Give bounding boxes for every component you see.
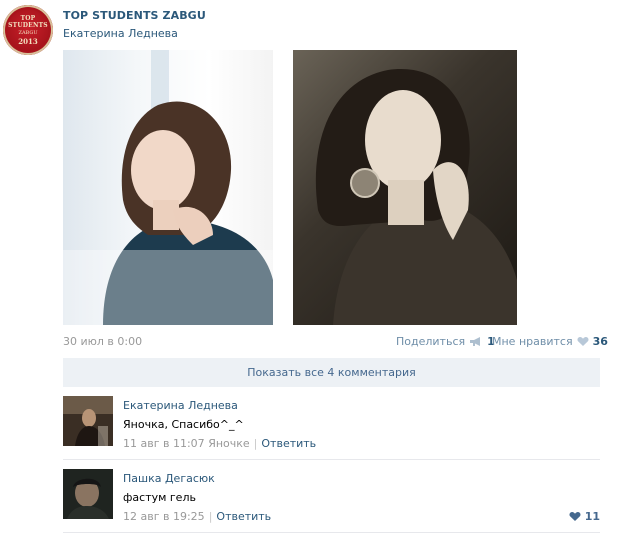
logo-line1: TOP STUDENTS — [8, 14, 48, 29]
comment-author-link[interactable]: Екатерина Леднева — [123, 399, 238, 412]
meta-separator: | — [253, 437, 258, 450]
logo-line2: ZABGU — [18, 29, 38, 36]
post-author-link[interactable]: Екатерина Леднева — [63, 27, 178, 40]
comment-text: Яночка, Спасибо^_^ — [123, 418, 244, 431]
reply-button[interactable]: Ответить — [216, 510, 271, 523]
comment-text: фастум гель — [123, 491, 196, 504]
comment-item: Пашка Дегасюк фастум гель 12 авг в 19:25… — [63, 469, 600, 523]
photo-1-illustration — [63, 50, 273, 325]
share-button[interactable]: Поделиться 1 — [396, 335, 495, 348]
comment-time[interactable]: 11 авг в 11:07 — [123, 437, 205, 450]
comment-author-link[interactable]: Пашка Дегасюк — [123, 472, 215, 485]
avatar-illustration — [63, 396, 113, 446]
comment-reply-to[interactable]: Яночке — [208, 437, 249, 450]
post-photo-1[interactable] — [63, 50, 273, 325]
comment-like-count: 11 — [584, 510, 600, 523]
group-avatar[interactable]: TOP STUDENTS ZABGU 2013 — [3, 5, 53, 55]
reply-button[interactable]: Ответить — [261, 437, 316, 450]
heart-icon — [577, 337, 589, 346]
comment-divider — [63, 459, 600, 460]
post-date-link[interactable]: 30 июл в 0:00 — [63, 335, 142, 348]
photo-2-illustration — [315, 69, 517, 325]
comment-meta: 12 авг в 19:25 | Ответить — [123, 510, 271, 523]
comment-like-button[interactable]: 11 — [569, 510, 600, 523]
comment-avatar[interactable] — [63, 469, 113, 519]
group-name-link[interactable]: TOP STUDENTS ZABGU — [63, 9, 206, 22]
comment-item: Екатерина Леднева Яночка, Спасибо^_^ 11 … — [63, 396, 600, 450]
comment-divider — [63, 532, 600, 533]
avatar-illustration — [63, 469, 113, 519]
heart-icon — [569, 512, 581, 521]
share-label: Поделиться — [396, 335, 466, 348]
comment-avatar[interactable] — [63, 396, 113, 446]
comment-time[interactable]: 12 авг в 19:25 — [123, 510, 205, 523]
like-label: Мне нравится — [492, 335, 573, 348]
post-photo-2[interactable] — [293, 50, 517, 325]
like-count: 36 — [592, 335, 608, 348]
logo-year: 2013 — [18, 36, 38, 46]
comment-meta: 11 авг в 11:07 Яночке | Ответить — [123, 437, 316, 450]
like-button[interactable]: Мне нравится 36 — [492, 335, 608, 348]
meta-separator: | — [208, 510, 213, 523]
show-all-comments-button[interactable]: Показать все 4 комментария — [63, 358, 600, 387]
megaphone-icon — [470, 337, 481, 346]
